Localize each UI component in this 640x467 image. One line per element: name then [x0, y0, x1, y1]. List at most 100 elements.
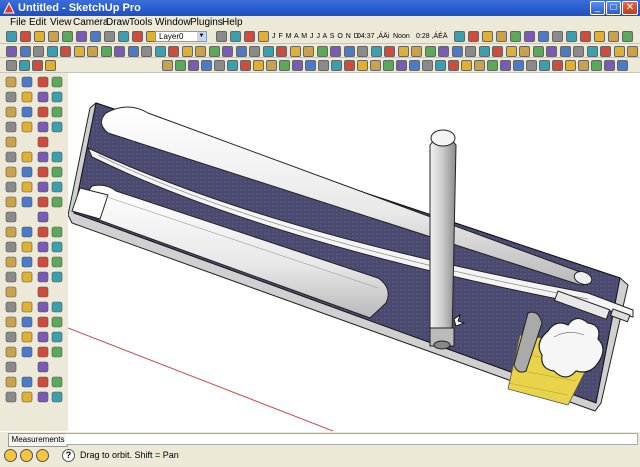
toolbar-tool-icon[interactable]	[532, 46, 544, 57]
toolbar-tool-icon[interactable]	[20, 31, 31, 42]
toolbar-tool-icon[interactable]	[397, 46, 409, 57]
menu-edit[interactable]: Edit	[29, 16, 46, 29]
palette-tool-icon[interactable]	[5, 166, 17, 178]
toolbar-tool-icon[interactable]	[552, 31, 563, 42]
toolbar-tool-icon[interactable]	[435, 60, 446, 71]
toolbar-tool-icon[interactable]	[6, 46, 17, 57]
toolbar-tool-icon[interactable]	[608, 31, 619, 42]
menu-window[interactable]: Window	[155, 16, 191, 29]
palette-tool-icon[interactable]	[37, 376, 49, 388]
toolbar-tool-icon[interactable]	[214, 60, 225, 71]
toolbar-tool-icon[interactable]	[370, 60, 381, 71]
palette-tool-icon[interactable]	[51, 271, 63, 283]
palette-tool-icon[interactable]	[21, 166, 33, 178]
toolbar-tool-icon[interactable]	[474, 60, 485, 71]
toolbar-tool-icon[interactable]	[90, 31, 101, 42]
palette-tool-icon[interactable]	[5, 256, 17, 268]
toolbar-tool-icon[interactable]	[454, 31, 465, 42]
menu-draw[interactable]: Draw	[106, 16, 129, 29]
palette-tool-icon[interactable]	[21, 121, 33, 133]
toolbar-tool-icon[interactable]	[622, 31, 633, 42]
palette-tool-icon[interactable]	[37, 361, 49, 373]
toolbar-tool-icon[interactable]	[118, 31, 129, 42]
palette-tool-icon[interactable]	[37, 346, 49, 358]
palette-tool-icon[interactable]	[37, 106, 49, 118]
palette-tool-icon[interactable]	[51, 106, 63, 118]
toolbar-tool-icon[interactable]	[181, 46, 193, 57]
toolbar-tool-icon[interactable]	[154, 46, 166, 57]
toolbar-tool-icon[interactable]	[32, 60, 43, 71]
toolbar-tool-icon[interactable]	[45, 60, 56, 71]
menu-camera[interactable]: Camera	[73, 16, 109, 29]
palette-tool-icon[interactable]	[21, 76, 33, 88]
palette-tool-icon[interactable]	[37, 316, 49, 328]
credits-icon[interactable]	[20, 449, 33, 462]
palette-tool-icon[interactable]	[37, 256, 49, 268]
toolbar-tool-icon[interactable]	[524, 31, 535, 42]
palette-tool-icon[interactable]	[21, 181, 33, 193]
palette-tool-icon[interactable]	[37, 241, 49, 253]
model-scene[interactable]	[68, 73, 640, 431]
toolbar-tool-icon[interactable]	[253, 60, 264, 71]
menu-view[interactable]: View	[50, 16, 72, 29]
palette-tool-icon[interactable]	[37, 151, 49, 163]
minimize-button[interactable]: _	[590, 1, 605, 15]
toolbar-tool-icon[interactable]	[289, 46, 301, 57]
toolbar-tool-icon[interactable]	[240, 60, 251, 71]
toolbar-tool-icon[interactable]	[195, 46, 206, 57]
palette-tool-icon[interactable]	[21, 346, 33, 358]
toolbar-tool-icon[interactable]	[316, 46, 328, 57]
palette-tool-icon[interactable]	[5, 301, 17, 313]
toolbar-tool-icon[interactable]	[487, 60, 498, 71]
measurements-input[interactable]	[66, 433, 638, 445]
toolbar-tool-icon[interactable]	[580, 31, 591, 42]
toolbar-tool-icon[interactable]	[114, 46, 125, 57]
modeling-viewport[interactable]	[68, 73, 640, 431]
palette-tool-icon[interactable]	[21, 301, 33, 313]
palette-tool-icon[interactable]	[5, 316, 17, 328]
palette-tool-icon[interactable]	[37, 196, 49, 208]
toolbar-tool-icon[interactable]	[60, 46, 71, 57]
toolbar-tool-icon[interactable]	[586, 46, 598, 57]
toolbar-tool-icon[interactable]	[409, 60, 420, 71]
palette-tool-icon[interactable]	[21, 391, 33, 403]
palette-tool-icon[interactable]	[37, 211, 49, 223]
palette-tool-icon[interactable]	[51, 346, 63, 358]
toolbar-tool-icon[interactable]	[46, 46, 58, 57]
palette-tool-icon[interactable]	[5, 181, 17, 193]
toolbar-tool-icon[interactable]	[76, 31, 87, 42]
palette-tool-icon[interactable]	[51, 256, 63, 268]
palette-tool-icon[interactable]	[5, 271, 17, 283]
palette-tool-icon[interactable]	[51, 76, 63, 88]
toolbar-tool-icon[interactable]	[73, 46, 85, 57]
toolbar-tool-icon[interactable]	[604, 60, 615, 71]
toolbar-tool-icon[interactable]	[370, 46, 382, 57]
toolbar-tool-icon[interactable]	[305, 60, 316, 71]
toolbar-tool-icon[interactable]	[438, 46, 449, 57]
palette-tool-icon[interactable]	[5, 361, 17, 373]
toolbar-tool-icon[interactable]	[33, 46, 44, 57]
palette-tool-icon[interactable]	[51, 151, 63, 163]
toolbar-tool-icon[interactable]	[104, 31, 115, 42]
toolbar-tool-icon[interactable]	[566, 31, 577, 42]
palette-tool-icon[interactable]	[51, 226, 63, 238]
toolbar-tool-icon[interactable]	[600, 46, 611, 57]
toolbar-tool-icon[interactable]	[565, 60, 576, 71]
close-button[interactable]: ✕	[622, 1, 638, 15]
toolbar-tool-icon[interactable]	[357, 46, 368, 57]
palette-tool-icon[interactable]	[51, 331, 63, 343]
menu-help[interactable]: Help	[222, 16, 243, 29]
toolbar-tool-icon[interactable]	[552, 60, 563, 71]
toolbar-tool-icon[interactable]	[526, 60, 537, 71]
toolbar-tool-icon[interactable]	[303, 46, 314, 57]
toolbar-tool-icon[interactable]	[500, 60, 511, 71]
user-icon[interactable]	[36, 449, 49, 462]
toolbar-tool-icon[interactable]	[422, 60, 433, 71]
toolbar-tool-icon[interactable]	[573, 46, 584, 57]
toolbar-tool-icon[interactable]	[262, 46, 274, 57]
palette-tool-icon[interactable]	[21, 256, 33, 268]
help-icon[interactable]: ?	[62, 449, 75, 462]
toolbar-tool-icon[interactable]	[331, 60, 342, 71]
vertical-handle[interactable]	[429, 129, 457, 350]
toolbar-tool-icon[interactable]	[627, 46, 638, 57]
